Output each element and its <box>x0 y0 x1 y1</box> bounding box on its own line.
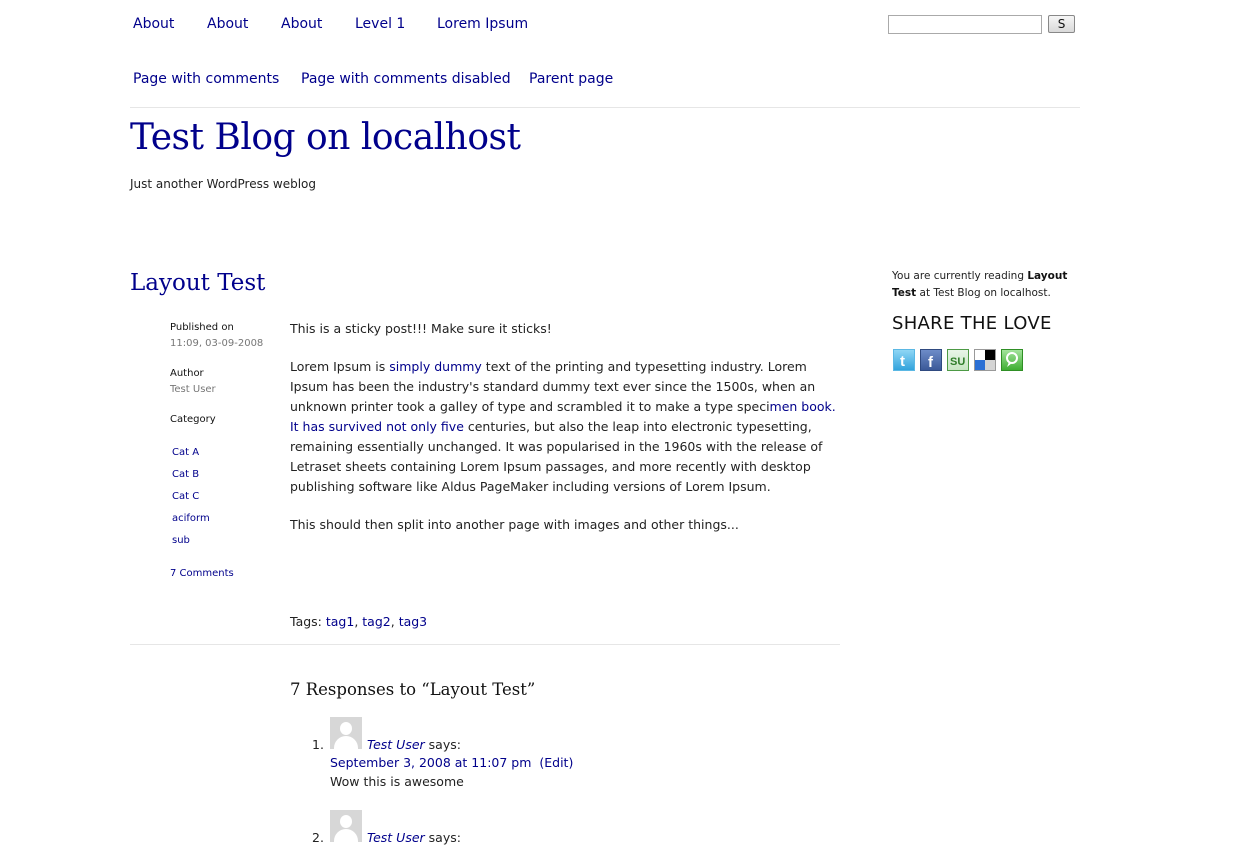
comment-says: says: <box>428 830 461 845</box>
delicious-icon[interactable] <box>974 349 996 371</box>
svg-text:SU: SU <box>950 356 965 368</box>
search-button[interactable]: S <box>1048 15 1075 33</box>
comment-author-link[interactable]: Test User <box>367 830 425 845</box>
avatar <box>330 717 362 749</box>
body-paragraph: Lorem Ipsum is simply dummy text of the … <box>290 357 845 497</box>
tags-label: Tags: <box>290 614 322 629</box>
comment-says: says: <box>428 737 461 752</box>
category-link[interactable]: aciform <box>172 513 210 524</box>
comment-author: Test User says: <box>367 737 461 752</box>
category-link[interactable]: sub <box>172 535 190 546</box>
tag-link[interactable]: tag1 <box>326 614 354 629</box>
post-content: This is a sticky post!!! Make sure it st… <box>290 319 845 535</box>
avatar <box>330 810 362 842</box>
post-divider <box>130 644 840 645</box>
nav-item-page-comments-disabled[interactable]: Page with comments disabled <box>301 71 511 87</box>
header-divider <box>130 107 1080 108</box>
post-tags: Tags: tag1, tag2, tag3 <box>290 614 428 629</box>
split-text: This should then split into another page… <box>290 517 739 532</box>
comment-date-link[interactable]: September 3, 2008 at 11:07 pm <box>330 755 531 770</box>
post-title[interactable]: Layout Test <box>130 270 265 296</box>
category-label: Category <box>170 414 216 425</box>
published-value: 11:09, 03-09-2008 <box>170 338 264 349</box>
comment-edit-link[interactable]: (Edit) <box>539 755 573 770</box>
reading-prefix: You are currently reading <box>892 270 1024 282</box>
category-link[interactable]: Cat A <box>172 447 199 458</box>
category-link[interactable]: Cat B <box>172 469 199 480</box>
currently-reading: You are currently reading Layout Test at… <box>892 268 1072 302</box>
site-tagline: Just another WordPress weblog <box>130 177 317 191</box>
comment-number: 2. <box>312 830 324 845</box>
facebook-icon[interactable]: f <box>920 349 942 371</box>
published-label: Published on <box>170 322 234 333</box>
share-icons: t f SU <box>893 349 1023 371</box>
comment-number: 1. <box>312 737 324 752</box>
comment-author: Test User says: <box>367 830 461 845</box>
comments-count-link[interactable]: 7 Comments <box>170 568 234 579</box>
comment-author-link[interactable]: Test User <box>367 737 425 752</box>
author-label: Author <box>170 368 204 379</box>
stumbleupon-icon[interactable]: SU <box>947 349 969 371</box>
share-title: SHARE THE LOVE <box>892 313 1052 334</box>
technorati-icon[interactable] <box>1001 349 1023 371</box>
reading-suffix: at Test Blog on localhost. <box>919 287 1051 299</box>
site-title[interactable]: Test Blog on localhost <box>130 117 521 158</box>
svg-text:f: f <box>928 354 934 370</box>
tag-link[interactable]: tag2 <box>362 614 390 629</box>
tag-link[interactable]: tag3 <box>399 614 427 629</box>
nav-item-about-1[interactable]: About <box>133 16 174 32</box>
nav-item-lorem-ipsum[interactable]: Lorem Ipsum <box>437 16 528 32</box>
nav-item-parent-page[interactable]: Parent page <box>529 71 613 87</box>
search-input[interactable] <box>888 15 1042 34</box>
body-text: Lorem Ipsum is <box>290 359 390 374</box>
nav-item-about-3[interactable]: About <box>281 16 322 32</box>
responses-title: 7 Responses to “Layout Test” <box>290 680 536 699</box>
svg-text:t: t <box>900 353 905 370</box>
author-value: Test User <box>170 384 216 395</box>
category-link[interactable]: Cat C <box>172 491 199 502</box>
sticky-text: This is a sticky post!!! Make sure it st… <box>290 321 552 336</box>
nav-item-page-with-comments[interactable]: Page with comments <box>133 71 279 87</box>
comment-text: Wow this is awesome <box>330 774 464 789</box>
nav-item-about-2[interactable]: About <box>207 16 248 32</box>
comment-date: September 3, 2008 at 11:07 pm (Edit) <box>330 755 573 770</box>
nav-item-level-1[interactable]: Level 1 <box>355 16 405 32</box>
twitter-icon[interactable]: t <box>893 349 915 371</box>
body-link[interactable]: simply dummy <box>389 359 482 374</box>
